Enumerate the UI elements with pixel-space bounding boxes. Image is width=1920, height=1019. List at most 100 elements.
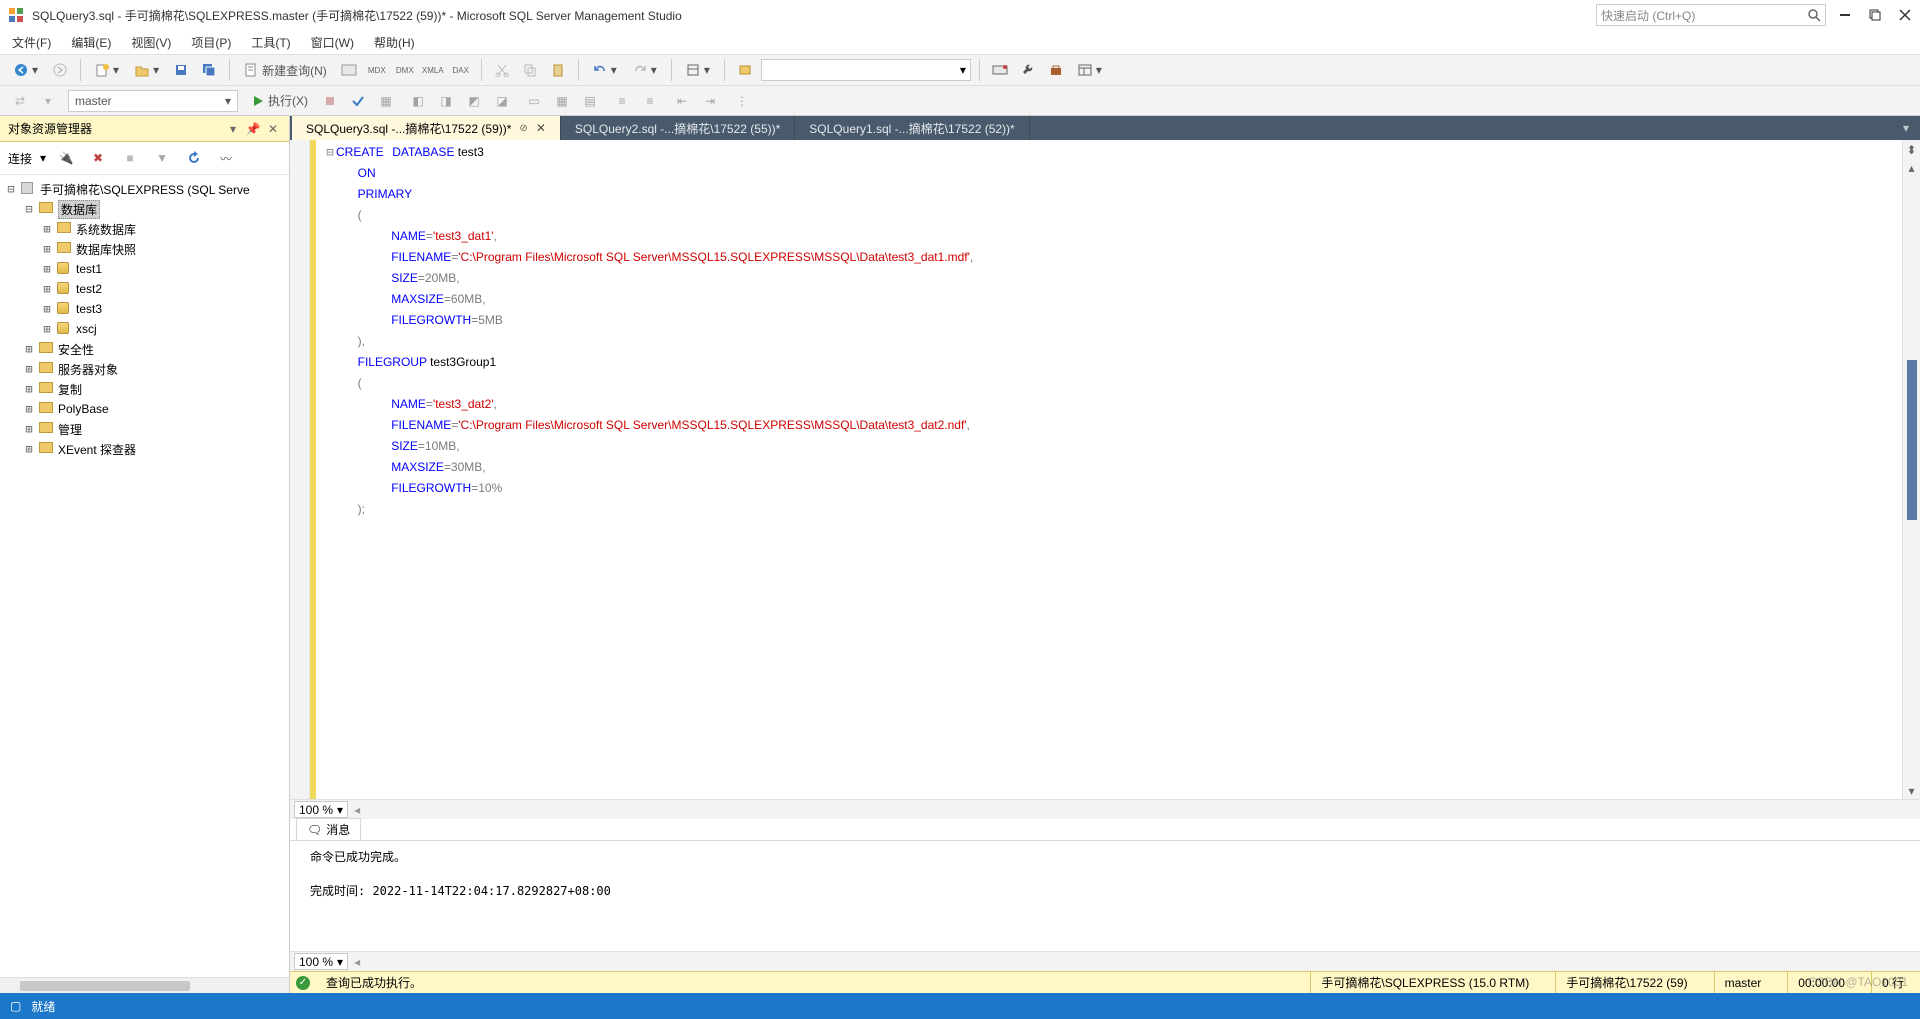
open-button[interactable]: ▾ [129,58,165,82]
tree-node[interactable]: ⊟数据库 [2,199,287,219]
tree-node[interactable]: ⊞xscj [2,319,287,339]
execute-button[interactable]: 执行(X) [246,89,314,113]
toolbox-icon[interactable] [1044,58,1068,82]
maximize-button[interactable] [1868,8,1882,22]
nav-forward-button[interactable] [48,58,72,82]
include-plan-icon[interactable]: ◧ [406,89,430,113]
vscrollbar[interactable] [1905,180,1919,781]
object-tree[interactable]: ⊟ 手可摘棉花\SQLEXPRESS (SQL Serve ⊟数据库⊞系统数据库… [0,175,289,977]
estimated-plan-icon[interactable]: ▦ [374,89,398,113]
menu-view[interactable]: 视图(V) [131,34,171,51]
activity-monitor-icon[interactable]: 〰 [214,146,238,170]
disconnect-icon[interactable]: ✖ [86,146,110,170]
comment-icon[interactable]: ≡ [610,89,634,113]
find-button[interactable] [733,58,757,82]
tree-node[interactable]: ⊞系统数据库 [2,219,287,239]
xmla-icon[interactable]: XMLA [421,58,445,82]
tab-overflow-icon[interactable]: ▾ [1896,116,1916,140]
connect-icon[interactable]: 🔌 [54,146,78,170]
new-item-button[interactable]: ▾ [89,58,125,82]
tree-node[interactable]: ⊞服务器对象 [2,359,287,379]
save-button[interactable] [169,58,193,82]
search-combo[interactable]: ▾ [761,59,971,81]
paste-button[interactable] [546,58,570,82]
split-icon[interactable]: ⬍ [1904,142,1920,158]
zoom-combo[interactable]: 100 %▾ [294,953,348,970]
scroll-up-icon[interactable]: ▴ [1904,160,1920,176]
client-stats-icon[interactable]: ◪ [490,89,514,113]
stop-button[interactable] [318,89,342,113]
nav-back-button[interactable]: ▾ [8,58,44,82]
results-grid-icon[interactable]: ▦ [550,89,574,113]
tree-node[interactable]: ⊞test1 [2,259,287,279]
menu-project[interactable]: 项目(P) [191,34,231,51]
messages-body[interactable]: 命令已成功完成。 完成时间: 2022-11-14T22:04:17.82928… [290,841,1920,951]
editor-area: SQLQuery3.sql -...摘棉花\17522 (59))* ⊘ ✕ S… [290,116,1920,993]
menu-file[interactable]: 文件(F) [12,34,51,51]
menu-window[interactable]: 窗口(W) [311,34,354,51]
close-button[interactable] [1898,8,1912,22]
menu-help[interactable]: 帮助(H) [374,34,415,51]
indent-more-icon[interactable]: ⇥ [698,89,722,113]
pin-icon[interactable]: 📌 [245,121,261,137]
messages-tab[interactable]: 🗨 消息 [296,818,361,840]
dmx-icon[interactable]: DMX [393,58,417,82]
undo-button[interactable]: ▾ [587,58,623,82]
indent-less-icon[interactable]: ⇤ [670,89,694,113]
activity-icon[interactable] [988,58,1012,82]
dropdown-icon[interactable]: ▾ [225,121,241,137]
scroll-down-icon[interactable]: ▾ [1904,783,1920,799]
tree-node[interactable]: ⊞数据库快照 [2,239,287,259]
results-file-icon[interactable]: ▤ [578,89,602,113]
dax-icon[interactable]: DAX [449,58,473,82]
live-stats-icon[interactable]: ◩ [462,89,486,113]
tree-node[interactable]: ⊞复制 [2,379,287,399]
window-layout-button[interactable]: ▾ [1072,58,1108,82]
tab-sqlquery3[interactable]: SQLQuery3.sql -...摘棉花\17522 (59))* ⊘ ✕ [292,116,561,140]
new-query-button[interactable]: 新建查询(N) [238,58,333,82]
zoom-combo[interactable]: 100 %▾ [294,801,348,818]
results-text-icon[interactable]: ▭ [522,89,546,113]
filter-icon[interactable]: ▼ [150,146,174,170]
tab-sqlquery1[interactable]: SQLQuery1.sql -...摘棉花\17522 (52))* [795,116,1029,140]
tree-node[interactable]: ⊞test3 [2,299,287,319]
menu-edit[interactable]: 编辑(E) [71,34,111,51]
pin-icon[interactable]: ⊘ [519,123,527,134]
wrench-icon[interactable] [1016,58,1040,82]
parse-button[interactable] [346,89,370,113]
menu-tools[interactable]: 工具(T) [251,34,290,51]
close-icon[interactable]: ✕ [536,121,546,135]
tree-server-node[interactable]: ⊟ 手可摘棉花\SQLEXPRESS (SQL Serve [2,179,287,199]
hscroll-left-icon[interactable]: ◂ [354,955,360,969]
tree-node[interactable]: ⊞安全性 [2,339,287,359]
de-query-icon[interactable] [337,58,361,82]
sidebar-hscrollbar[interactable] [0,977,289,993]
tree-node[interactable]: ⊞XEvent 探查器 [2,439,287,459]
quick-launch-input[interactable]: 快速启动 (Ctrl+Q) [1596,4,1826,26]
chevron-down-icon[interactable]: ▾ [36,89,60,113]
indent-icon[interactable]: ⇄ [8,89,32,113]
minimize-button[interactable] [1838,8,1852,22]
database-combo[interactable]: master▾ [68,90,238,112]
close-icon[interactable]: ✕ [265,121,281,137]
connect-label[interactable]: 连接 [8,150,32,167]
specify-values-icon[interactable]: ⋮ [730,89,754,113]
stop-icon[interactable]: ■ [118,146,142,170]
tree-node[interactable]: ⊞管理 [2,419,287,439]
include-stats-icon[interactable]: ◨ [434,89,458,113]
tab-sqlquery2[interactable]: SQLQuery2.sql -...摘棉花\17522 (55))* [561,116,795,140]
copy-button[interactable] [518,58,542,82]
sql-toolbar: ⇄ ▾ master▾ 执行(X) ▦ ◧ ◨ ◩ ◪ ▭ ▦ ▤ ≡ ≡ ⇤ … [0,86,1920,116]
redo-button[interactable]: ▾ [627,58,663,82]
tree-node[interactable]: ⊞PolyBase [2,399,287,419]
code-editor[interactable]: ⊟CREATE DATABASE test3 ON PRIMARY ( NAME… [290,140,1920,799]
uncomment-icon[interactable]: ≡ [638,89,662,113]
save-all-button[interactable] [197,58,221,82]
cut-button[interactable] [490,58,514,82]
refresh-icon[interactable] [182,146,206,170]
properties-button[interactable]: ▾ [680,58,716,82]
tree-node[interactable]: ⊞test2 [2,279,287,299]
mdx-icon[interactable]: MDX [365,58,389,82]
status-server: 手可摘棉花\SQLEXPRESS (15.0 RTM) [1310,972,1539,993]
hscroll-left-icon[interactable]: ◂ [354,803,360,817]
